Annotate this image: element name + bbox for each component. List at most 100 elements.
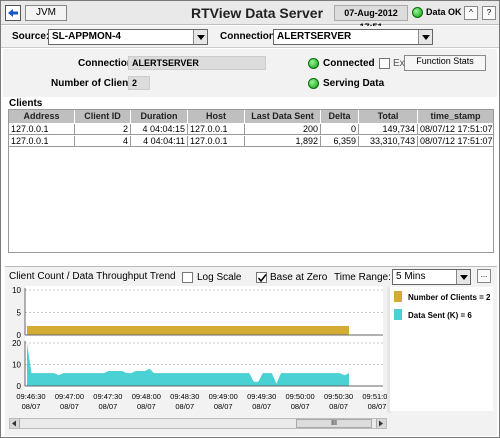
x-tick-time-label: 09:48:00: [132, 392, 161, 401]
cell-host: 127.0.0.1: [188, 136, 245, 146]
x-tick-date-label: 08/07: [252, 402, 271, 411]
x-tick-time-label: 09:50:30: [324, 392, 353, 401]
y-tick-label: 20: [12, 339, 21, 348]
x-tick-time-label: 09:48:30: [170, 392, 199, 401]
jvm-button[interactable]: JVM: [25, 5, 67, 21]
x-tick-date-label: 08/07: [22, 402, 41, 411]
trend-chart: 10502010009:46:3008/0709:47:0008/0709:47…: [12, 286, 389, 411]
data-sent-legend-label: Data Sent (K) = 6: [408, 311, 472, 320]
chart-horizontal-scrollbar[interactable]: III: [9, 418, 387, 429]
chevron-down-icon[interactable]: [456, 270, 470, 284]
column-header[interactable]: Client ID: [75, 110, 131, 123]
connected-status-icon: [308, 58, 319, 69]
cell-client-id: 4: [75, 136, 131, 146]
cell-address: 127.0.0.1: [9, 136, 75, 146]
date-display: 07-Aug-2012 17:51: [334, 5, 408, 32]
clients-section-title: Clients: [9, 98, 43, 109]
data-sent-legend-swatch: [394, 309, 402, 320]
title-bar: JVM RTView Data Server 07-Aug-2012 17:51…: [1, 1, 499, 32]
help-button[interactable]: ?: [482, 6, 496, 20]
chevron-down-icon[interactable]: [418, 30, 432, 44]
connection-value: ALERTSERVER: [277, 31, 352, 42]
cell-time-stamp: 08/07/12 17:51:07: [420, 124, 493, 134]
cell-delta: 6,359: [321, 136, 359, 146]
clients-count-value: 2: [128, 76, 150, 90]
x-tick-date-label: 08/07: [329, 402, 348, 411]
checkmark-icon: [257, 274, 267, 283]
x-tick-time-label: 09:46:30: [16, 392, 45, 401]
clients-legend-label: Number of Clients = 2: [408, 293, 491, 302]
log-scale-checkbox[interactable]: [182, 272, 193, 283]
column-header[interactable]: Delta: [321, 110, 359, 123]
column-header[interactable]: Address: [9, 110, 75, 123]
y-tick-label: 5: [17, 309, 22, 318]
cell-last-data-sent: 1,892: [245, 136, 321, 146]
serving-data-label: Serving Data: [323, 78, 385, 89]
back-arrow-icon: [8, 9, 18, 17]
scroll-right-icon: [379, 420, 383, 427]
source-bar: Source: SL-APPMON-4 Connection: ALERTSER…: [1, 26, 499, 48]
rtview-window: JVM RTView Data Server 07-Aug-2012 17:51…: [0, 0, 500, 438]
series-area-0: [27, 326, 349, 335]
more-options-button[interactable]: ...: [477, 269, 491, 283]
x-tick-time-label: 09:51:00: [362, 392, 389, 401]
time-range-label: Time Range:: [334, 272, 391, 283]
cell-client-id: 2: [75, 124, 131, 134]
info-connection-value: ALERTSERVER: [128, 56, 266, 70]
x-tick-time-label: 09:49:30: [247, 392, 276, 401]
x-tick-time-label: 09:50:00: [286, 392, 315, 401]
time-range-select[interactable]: 5 Mins: [392, 269, 471, 285]
data-ok-icon: [412, 7, 423, 18]
data-status: Data OK: [426, 7, 462, 17]
up-button[interactable]: ^: [464, 6, 478, 20]
cell-last-data-sent: 200: [245, 124, 321, 134]
chevron-down-icon[interactable]: [193, 30, 207, 44]
table-header: Address Client ID Duration Host Last Dat…: [9, 110, 493, 123]
scroll-left-button[interactable]: [10, 419, 20, 428]
column-header[interactable]: Total: [359, 110, 418, 123]
cell-time-stamp: 08/07/12 17:51:07: [420, 136, 493, 146]
column-header[interactable]: Last Data Sent: [245, 110, 321, 123]
x-tick-time-label: 09:47:30: [93, 392, 122, 401]
table-row[interactable]: 127.0.0.1 2 4 04:04:15 127.0.0.1 200 0 1…: [9, 124, 493, 135]
connected-label: Connected: [323, 58, 375, 69]
scroll-thumb[interactable]: III: [296, 419, 372, 428]
base-at-zero-checkbox[interactable]: [256, 272, 267, 283]
scroll-left-icon: [12, 420, 16, 427]
source-label: Source:: [12, 31, 50, 42]
function-stats-button[interactable]: Function Stats: [404, 55, 486, 71]
trend-title: Client Count / Data Throughput Trend: [9, 271, 176, 282]
base-at-zero-label: Base at Zero: [270, 272, 328, 283]
log-scale-label: Log Scale: [197, 272, 242, 283]
x-tick-time-label: 09:49:00: [209, 392, 238, 401]
x-tick-time-label: 09:47:00: [55, 392, 84, 401]
x-tick-date-label: 08/07: [137, 402, 156, 411]
x-tick-date-label: 08/07: [368, 402, 387, 411]
connection-select[interactable]: ALERTSERVER: [273, 29, 433, 45]
time-range-value: 5 Mins: [396, 271, 426, 282]
table-row[interactable]: 127.0.0.1 4 4 04:04:11 127.0.0.1 1,892 6…: [9, 136, 493, 147]
page-title: RTView Data Server: [191, 5, 324, 21]
column-header[interactable]: Host: [188, 110, 245, 123]
connection-label: Connection:: [220, 31, 279, 42]
x-tick-date-label: 08/07: [291, 402, 310, 411]
cell-delta: 0: [321, 124, 359, 134]
cell-total: 149,734: [359, 124, 418, 134]
clients-table: Address Client ID Duration Host Last Dat…: [8, 109, 494, 253]
back-button[interactable]: [5, 5, 21, 21]
x-tick-date-label: 08/07: [98, 402, 117, 411]
cell-host: 127.0.0.1: [188, 124, 245, 134]
cell-duration: 4 04:04:15: [131, 124, 188, 134]
y-tick-label: 10: [12, 361, 21, 370]
cell-address: 127.0.0.1: [9, 124, 75, 134]
clients-legend-swatch: [394, 291, 402, 302]
column-header[interactable]: Duration: [131, 110, 188, 123]
source-select[interactable]: SL-APPMON-4: [48, 29, 208, 45]
x-tick-date-label: 08/07: [60, 402, 79, 411]
scroll-right-button[interactable]: [376, 419, 386, 428]
expire-checkbox[interactable]: [379, 58, 390, 69]
cell-total: 33,310,743: [359, 136, 418, 146]
x-tick-date-label: 08/07: [175, 402, 194, 411]
column-header[interactable]: time_stamp: [418, 110, 493, 123]
source-value: SL-APPMON-4: [52, 31, 121, 42]
